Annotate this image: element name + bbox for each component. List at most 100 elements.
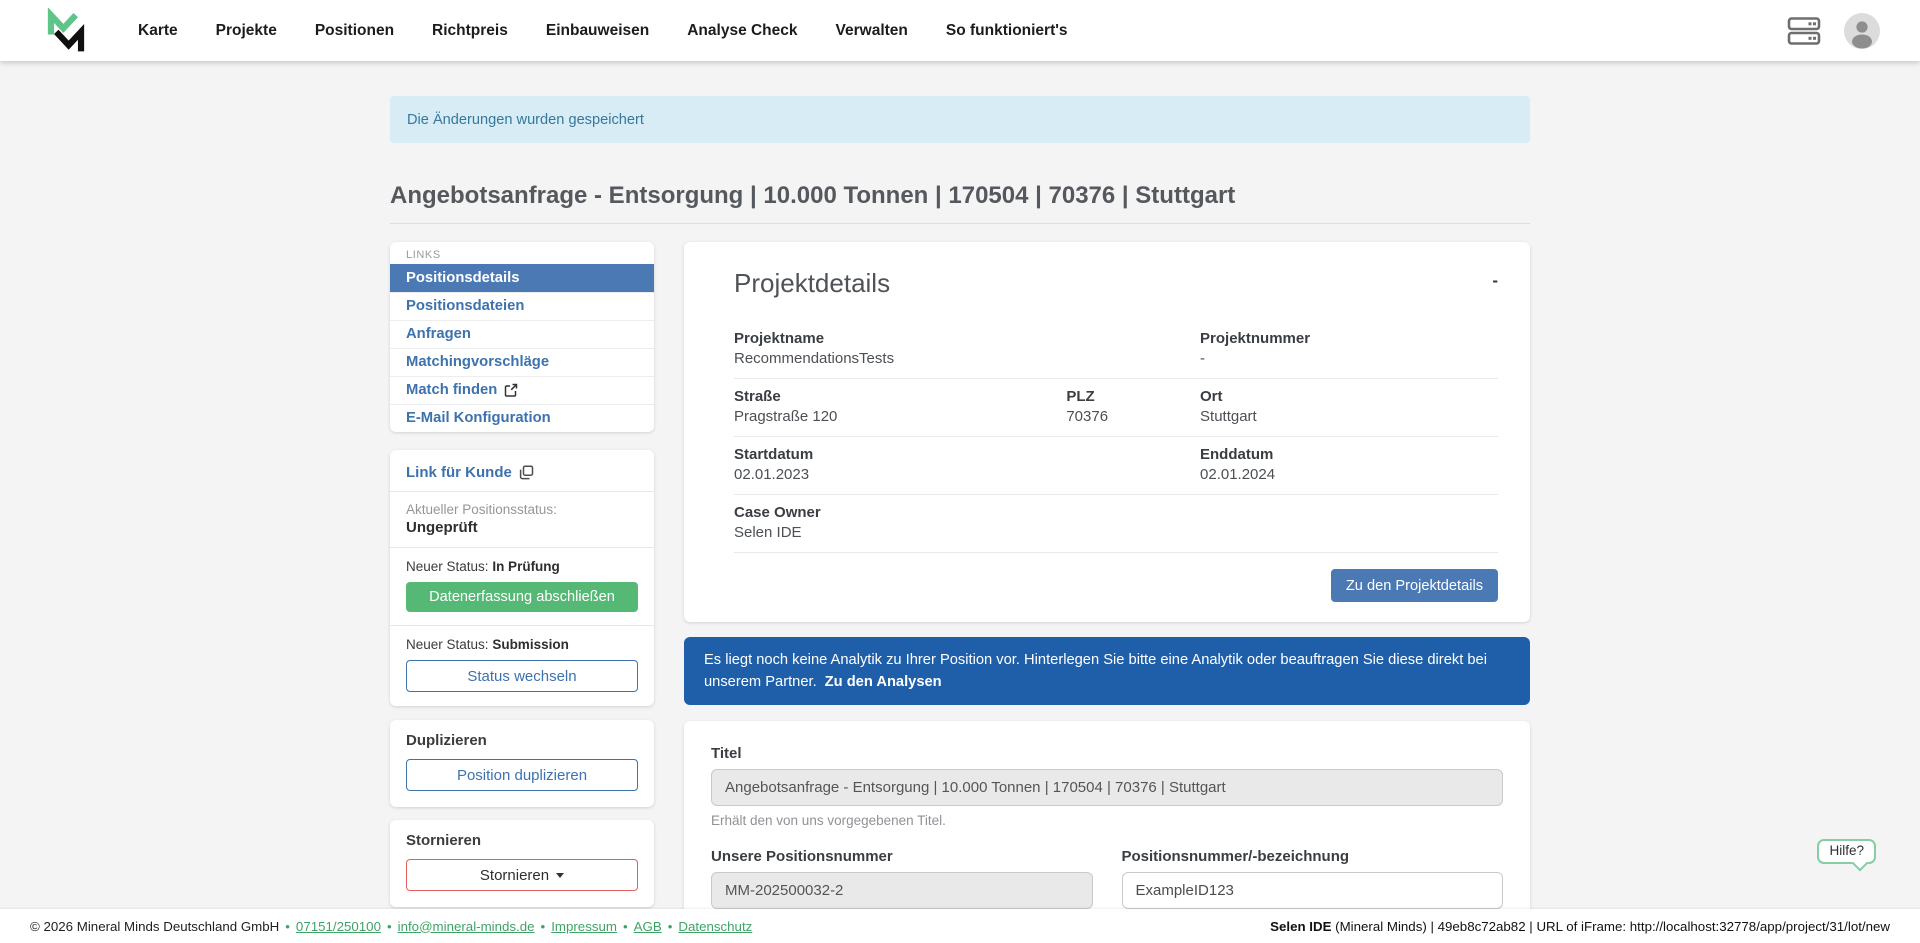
field-case-owner: Case Owner Selen IDE bbox=[734, 504, 1066, 541]
help-button[interactable]: Hilfe? bbox=[1817, 839, 1876, 864]
cancel-button-label: Stornieren bbox=[480, 867, 549, 884]
footer-email-link[interactable]: info@mineral-minds.de bbox=[398, 919, 535, 934]
current-status-label: Aktueller Positionsstatus: bbox=[406, 492, 638, 517]
analytics-banner-link[interactable]: Zu den Analysen bbox=[825, 674, 942, 690]
new-status-submission-value: Submission bbox=[492, 637, 569, 652]
sidebar-item-label: Positionsdetails bbox=[406, 270, 519, 286]
strasse-value: Pragstraße 120 bbox=[734, 408, 1066, 425]
sidebar-item-label: E-Mail Konfiguration bbox=[406, 410, 551, 426]
projektnummer-label: Projektnummer bbox=[1200, 330, 1498, 347]
collapse-icon[interactable]: - bbox=[1492, 272, 1498, 289]
page-title: Angebotsanfrage - Entsorgung | 10.000 To… bbox=[390, 182, 1530, 224]
footer-datenschutz-link[interactable]: Datenschutz bbox=[678, 919, 752, 934]
nav-item-einbauweisen[interactable]: Einbauweisen bbox=[546, 22, 649, 40]
plz-label: PLZ bbox=[1066, 388, 1200, 405]
nav-item-karte[interactable]: Karte bbox=[138, 22, 178, 40]
left-sidebar: LINKS Positionsdetails Positionsdateien … bbox=[390, 242, 654, 920]
our-number-label: Unsere Positionsnummer bbox=[711, 848, 1093, 865]
links-header: LINKS bbox=[390, 242, 654, 264]
sidebar-item-label: Anfragen bbox=[406, 326, 471, 342]
user-avatar[interactable] bbox=[1844, 13, 1880, 49]
ort-value: Stuttgart bbox=[1200, 408, 1498, 425]
duplicate-position-button[interactable]: Position duplizieren bbox=[406, 759, 638, 791]
startdatum-value: 02.01.2023 bbox=[734, 466, 1066, 483]
copy-icon bbox=[519, 465, 534, 480]
server-status-icon[interactable] bbox=[1786, 16, 1822, 46]
field-projektname: Projektname RecommendationsTests bbox=[734, 330, 1066, 367]
footer-session-user: Selen IDE bbox=[1270, 919, 1331, 934]
analytics-banner-message: Es liegt noch keine Analytik zu Ihrer Po… bbox=[704, 652, 1487, 690]
go-to-project-details-button[interactable]: Zu den Projektdetails bbox=[1331, 569, 1498, 602]
cancel-card: Stornieren Stornieren bbox=[390, 820, 654, 907]
field-strasse: Straße Pragstraße 120 bbox=[734, 388, 1066, 425]
project-row-address: Straße Pragstraße 120 PLZ 70376 Ort Stut… bbox=[734, 379, 1498, 437]
navbar-right bbox=[1786, 13, 1880, 49]
projektname-value: RecommendationsTests bbox=[734, 350, 1066, 367]
sidebar-item-positionsdetails[interactable]: Positionsdetails bbox=[390, 264, 654, 292]
field-enddatum: Enddatum 02.01.2024 bbox=[1200, 446, 1498, 483]
case-owner-value: Selen IDE bbox=[734, 524, 1066, 541]
sidebar-item-matchingvorschlaege[interactable]: Matchingvorschläge bbox=[390, 348, 654, 376]
project-details-card: Projektdetails - Projektname Recommendat… bbox=[684, 242, 1530, 622]
startdatum-label: Startdatum bbox=[734, 446, 1066, 463]
project-details-title: Projektdetails bbox=[734, 268, 890, 299]
top-navbar: Karte Projekte Positionen Richtpreis Ein… bbox=[0, 0, 1920, 61]
sidebar-item-match-finden[interactable]: Match finden bbox=[390, 376, 654, 404]
success-alert-message: Die Änderungen wurden gespeichert bbox=[407, 112, 644, 128]
status-card: Link für Kunde Aktueller Positionsstatus… bbox=[390, 450, 654, 706]
new-status-review-line: Neuer Status: In Prüfung bbox=[406, 548, 638, 582]
analytics-banner: Es liegt noch keine Analytik zu Ihrer Po… bbox=[684, 637, 1530, 705]
nav-item-positionen[interactable]: Positionen bbox=[315, 22, 394, 40]
main-nav: Karte Projekte Positionen Richtpreis Ein… bbox=[138, 22, 1068, 40]
sidebar-item-anfragen[interactable]: Anfragen bbox=[390, 320, 654, 348]
new-status-review-value: In Prüfung bbox=[492, 559, 560, 574]
custom-number-label: Positionsnummer/-bezeichnung bbox=[1122, 848, 1504, 865]
project-row-dates: Startdatum 02.01.2023 Enddatum 02.01.202… bbox=[734, 437, 1498, 495]
footer-agb-link[interactable]: AGB bbox=[634, 919, 662, 934]
footer: © 2026 Mineral Minds Deutschland GmbH • … bbox=[0, 909, 1920, 943]
nav-item-analyse-check[interactable]: Analyse Check bbox=[687, 22, 797, 40]
titel-help: Erhält den von uns vorgegebenen Titel. bbox=[711, 813, 1503, 828]
external-link-icon bbox=[504, 383, 518, 397]
current-status-value: Ungeprüft bbox=[406, 517, 638, 547]
projektnummer-value: - bbox=[1200, 350, 1498, 367]
footer-session-info: Selen IDE (Mineral Minds) | 49eb8c72ab82… bbox=[1270, 919, 1890, 934]
enddatum-value: 02.01.2024 bbox=[1200, 466, 1498, 483]
titel-label: Titel bbox=[711, 745, 1503, 762]
field-startdatum: Startdatum 02.01.2023 bbox=[734, 446, 1066, 483]
cancel-dropdown-button[interactable]: Stornieren bbox=[406, 859, 638, 891]
sidebar-item-label: Match finden bbox=[406, 382, 497, 398]
nav-item-verwalten[interactable]: Verwalten bbox=[836, 22, 908, 40]
footer-separator: • bbox=[285, 919, 290, 934]
nav-item-projekte[interactable]: Projekte bbox=[216, 22, 277, 40]
project-details-header: Projektdetails - bbox=[734, 268, 1498, 299]
change-status-button[interactable]: Status wechseln bbox=[406, 660, 638, 692]
titel-input bbox=[711, 769, 1503, 806]
new-status-submission-line: Neuer Status: Submission bbox=[406, 626, 638, 660]
footer-phone-link[interactable]: 07151/250100 bbox=[296, 919, 381, 934]
sidebar-item-positionsdateien[interactable]: Positionsdateien bbox=[390, 292, 654, 320]
main-content: Projektdetails - Projektname Recommendat… bbox=[684, 242, 1530, 943]
mineral-minds-logo-icon[interactable] bbox=[40, 8, 92, 54]
ort-label: Ort bbox=[1200, 388, 1498, 405]
footer-copyright: © 2026 Mineral Minds Deutschland GmbH bbox=[30, 919, 279, 934]
footer-separator: • bbox=[387, 919, 392, 934]
page-container: Die Änderungen wurden gespeichert Angebo… bbox=[390, 61, 1530, 943]
links-card: LINKS Positionsdetails Positionsdateien … bbox=[390, 242, 654, 432]
project-details-footer: Zu den Projektdetails bbox=[734, 553, 1498, 602]
custom-number-input[interactable] bbox=[1122, 872, 1504, 909]
case-owner-label: Case Owner bbox=[734, 504, 1066, 521]
sidebar-item-email-konfiguration[interactable]: E-Mail Konfiguration bbox=[390, 404, 654, 432]
sidebar-item-label: Matchingvorschläge bbox=[406, 354, 549, 370]
nav-item-so-funktionierts[interactable]: So funktioniert's bbox=[946, 22, 1068, 40]
footer-separator: • bbox=[541, 919, 546, 934]
footer-impressum-link[interactable]: Impressum bbox=[551, 919, 617, 934]
projektname-label: Projektname bbox=[734, 330, 1066, 347]
project-row-name-number: Projektname RecommendationsTests Projekt… bbox=[734, 321, 1498, 379]
field-ort: Ort Stuttgart bbox=[1200, 388, 1498, 425]
chevron-down-icon bbox=[556, 873, 564, 878]
nav-item-richtpreis[interactable]: Richtpreis bbox=[432, 22, 508, 40]
footer-session-rest: (Mineral Minds) | 49eb8c72ab82 | URL of … bbox=[1331, 919, 1890, 934]
finish-data-entry-button[interactable]: Datenerfassung abschließen bbox=[406, 582, 638, 612]
customer-link[interactable]: Link für Kunde bbox=[406, 460, 638, 491]
